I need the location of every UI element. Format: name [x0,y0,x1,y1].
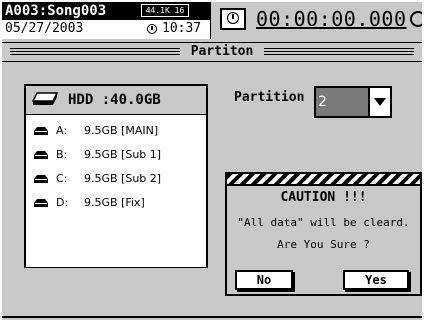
partition-value: 2 [316,88,370,116]
chevron-down-icon[interactable] [368,88,390,116]
song-date: 05/27/2003 [5,21,84,36]
counter-value: 00:00:00.000 [256,7,407,31]
song-panel: A003:Song003 44.1K 16 05/27/2003 10:37 [2,2,211,39]
caution-dialog: CAUTION !!! "All data" will be cleard. A… [225,172,422,296]
sample-rate-badge: 44.1K 16 [141,4,189,17]
partition-dropdown[interactable]: 2 [314,86,392,118]
divider [2,316,422,318]
disk-icon [34,151,48,159]
no-button[interactable]: No [235,270,293,290]
hdd-panel: HDD :40.0GB A: 9.5GB [MAIN] B: 9.5GB [Su… [24,84,208,268]
screen: A003:Song003 44.1K 16 05/27/2003 10:37 0… [2,2,422,320]
partition-label: Partition [234,90,305,105]
time-counter: 00:00:00.000 [216,6,422,36]
partition-list[interactable]: A: 9.5GB [MAIN] B: 9.5GB [Sub 1] C: 9.5G… [26,114,206,267]
hdd-capacity: HDD :40.0GB [68,92,161,108]
list-item[interactable]: D: 9.5GB [Fix] [26,193,206,213]
caution-title: CAUTION !!! [280,190,367,205]
song-name: A003:Song003 [5,3,107,19]
clock-icon [147,24,157,34]
list-item[interactable]: B: 9.5GB [Sub 1] [26,145,206,165]
yes-button[interactable]: Yes [343,270,409,290]
caution-message: "All data" will be cleard. [237,216,410,229]
disk-icon [34,199,48,207]
caution-question: Are You Sure ? [277,238,370,251]
status-bar: A003:Song003 44.1K 16 05/27/2003 10:37 0… [2,2,422,39]
list-item[interactable]: C: 9.5GB [Sub 2] [26,169,206,189]
page-title: Partiton [186,44,258,59]
song-time: 10:37 [162,21,202,36]
hdd-icon [32,92,58,105]
counter-clock-icon [220,8,246,30]
list-item[interactable]: A: 9.5GB [MAIN] [26,121,206,141]
disk-icon [34,175,48,183]
disk-icon [34,127,48,135]
warning-stripe [227,174,420,186]
title-bar: Partiton [2,42,422,62]
counter-mode-icon [410,10,422,28]
